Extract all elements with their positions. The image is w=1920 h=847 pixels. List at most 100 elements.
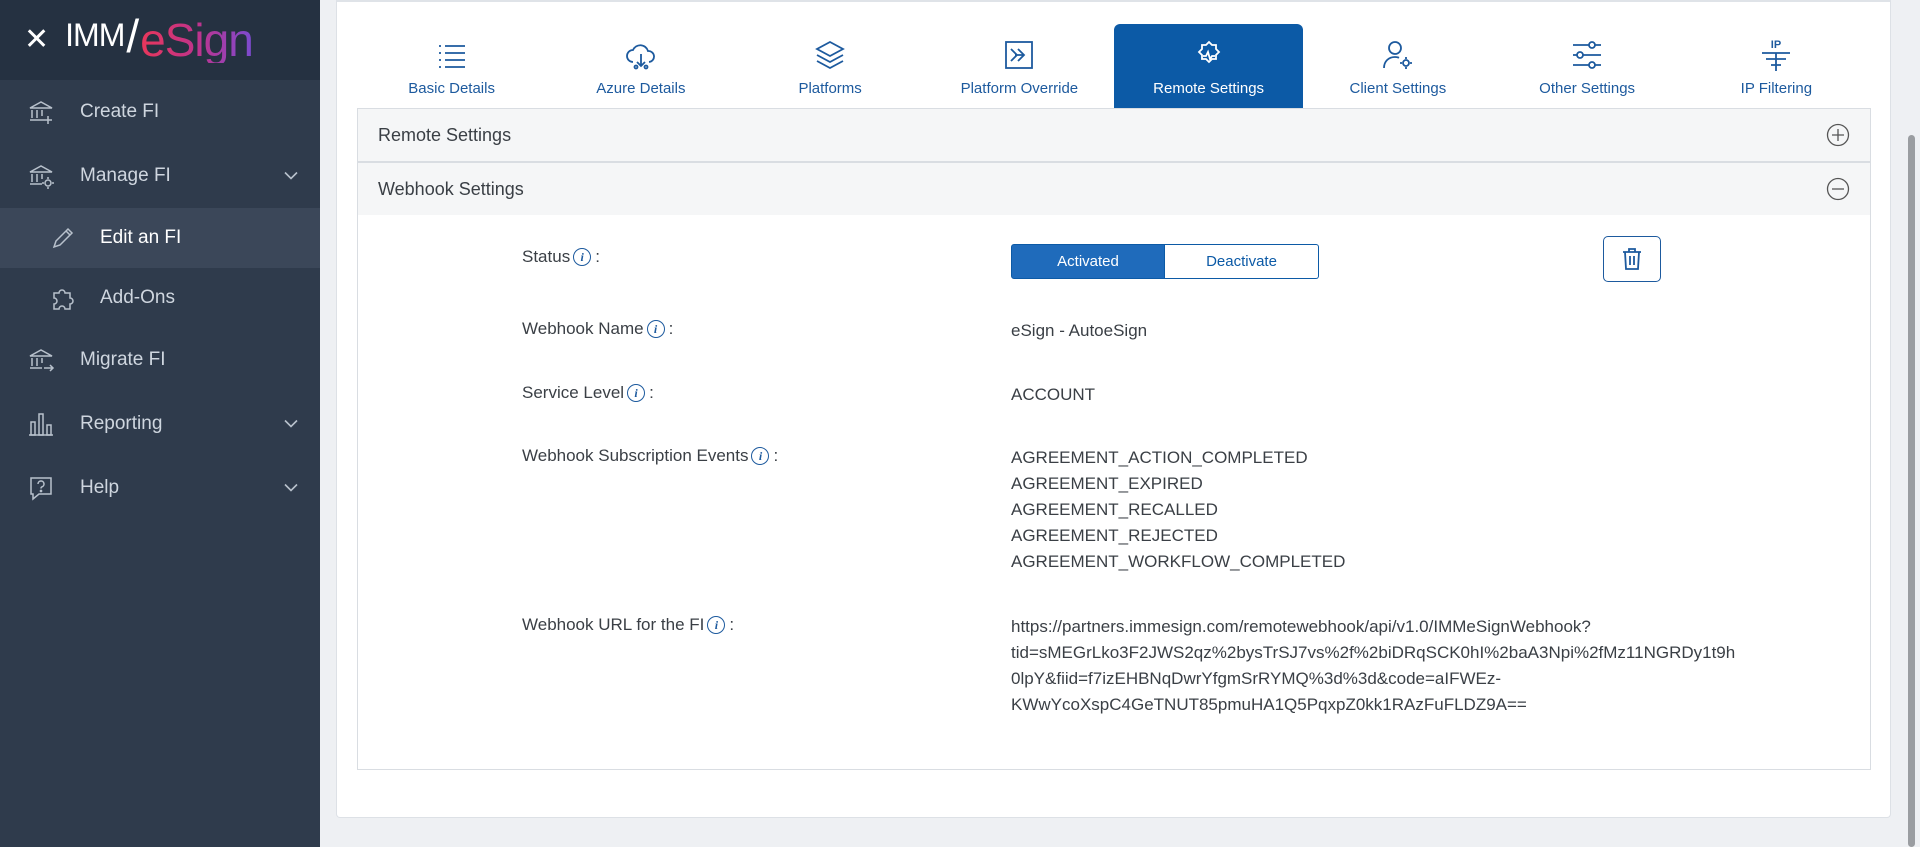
- subscription-events-list: AGREEMENT_ACTION_COMPLETED AGREEMENT_EXP…: [1011, 445, 1345, 575]
- sidebar-item-manage-fi[interactable]: Manage FI: [0, 144, 320, 208]
- sidebar-item-label: Manage FI: [80, 165, 171, 186]
- puzzle-icon: [48, 283, 78, 313]
- url-line: tid=sMEGrLko3F2JWS2qz%2bysTrSJ7vs%2f%2bi…: [1011, 643, 1736, 662]
- event-item: AGREEMENT_EXPIRED: [1011, 474, 1203, 493]
- pencil-icon: [48, 223, 78, 253]
- service-level-label: Service Level i :: [522, 383, 654, 403]
- status-toggle: Activated Deactivate: [1011, 244, 1319, 279]
- logo-imm: IMM: [65, 17, 125, 53]
- expand-plus-icon[interactable]: [1826, 123, 1850, 147]
- sidebar-item-label: Reporting: [80, 413, 163, 434]
- tab-label: Remote Settings: [1153, 80, 1265, 97]
- collapse-minus-icon[interactable]: [1826, 177, 1850, 201]
- info-icon[interactable]: i: [646, 320, 665, 338]
- sidebar-item-migrate-fi[interactable]: Migrate FI: [0, 328, 320, 392]
- webhook-url-value[interactable]: https://partners.immesign.com/remotewebh…: [1011, 614, 1735, 718]
- panel-title: Webhook Settings: [378, 178, 524, 199]
- tab-basic-details[interactable]: Basic Details: [357, 24, 546, 108]
- tab-label: Platforms: [798, 80, 862, 97]
- tab-label: Other Settings: [1539, 80, 1636, 97]
- label-colon: :: [729, 615, 735, 634]
- remote-settings-panel-header[interactable]: Remote Settings: [357, 108, 1871, 162]
- cloud-icon: [625, 44, 655, 70]
- layers-icon: [815, 40, 846, 70]
- chevron-down-icon[interactable]: [284, 171, 298, 181]
- webhook-url-label: Webhook URL for the FI i :: [522, 615, 734, 635]
- tab-label: Azure Details: [596, 80, 686, 97]
- logo-slash: /: [126, 10, 139, 62]
- webhook-url-label-text: Webhook URL for the FI: [522, 615, 705, 634]
- tab-ip-filtering[interactable]: IP IP Filtering: [1682, 24, 1871, 108]
- tab-label: IP Filtering: [1740, 80, 1813, 97]
- url-line: https://partners.immesign.com/remotewebh…: [1011, 617, 1591, 636]
- logo-esign: eSign: [140, 14, 254, 66]
- sidebar-item-create-fi[interactable]: Create FI: [0, 80, 320, 144]
- subscription-events-label: Webhook Subscription Events i :: [522, 446, 778, 466]
- label-colon: :: [773, 446, 779, 465]
- sidebar-item-label: Migrate FI: [80, 349, 166, 370]
- sliders-icon: [1573, 41, 1602, 69]
- help-bubble-icon: [26, 473, 56, 503]
- info-icon[interactable]: i: [707, 616, 726, 634]
- bank-gear-icon: [26, 161, 56, 191]
- event-item: AGREEMENT_ACTION_COMPLETED: [1011, 448, 1308, 467]
- svg-text:IP: IP: [1771, 39, 1781, 51]
- status-label: Status i :: [522, 247, 600, 267]
- tab-client-settings[interactable]: Client Settings: [1303, 24, 1492, 108]
- delete-webhook-button[interactable]: [1603, 236, 1661, 282]
- label-colon: :: [649, 383, 654, 402]
- webhook-name-value: eSign - AutoeSign: [1011, 321, 1148, 340]
- tab-azure-details[interactable]: Azure Details: [546, 24, 735, 108]
- sidebar-item-help[interactable]: Help: [0, 456, 320, 520]
- settings-tabs: Basic Details Azure Details Platforms Pl…: [357, 24, 1871, 108]
- label-colon: :: [668, 319, 674, 338]
- logo: IMM / eSign: [65, 13, 254, 66]
- activated-button[interactable]: Activated: [1011, 244, 1165, 279]
- sidebar-item-add-ons[interactable]: Add-Ons: [0, 268, 320, 328]
- subscription-events-label-text: Webhook Subscription Events: [522, 446, 749, 465]
- sidebar-nav: Create FI Manage FI Edit an FI Add-Ons M…: [0, 80, 320, 520]
- sidebar-item-label: Help: [80, 477, 120, 498]
- close-icon[interactable]: ✕: [24, 25, 49, 55]
- webhook-settings-panel-body: Status i : Activated Deactivate Webhook …: [357, 215, 1871, 770]
- status-label-text: Status: [522, 247, 571, 266]
- webhook-settings-panel-header[interactable]: Webhook Settings: [357, 162, 1871, 216]
- tab-label: Client Settings: [1349, 80, 1447, 97]
- info-icon[interactable]: i: [751, 447, 770, 465]
- chevron-down-icon[interactable]: [284, 419, 298, 429]
- list-icon: [438, 45, 465, 68]
- page-scrollbar[interactable]: [1908, 135, 1915, 847]
- event-item: AGREEMENT_RECALLED: [1011, 500, 1218, 519]
- deactivate-button[interactable]: Deactivate: [1165, 244, 1319, 279]
- tab-platform-override[interactable]: Platform Override: [925, 24, 1114, 108]
- sidebar-item-label: Create FI: [80, 101, 160, 122]
- chevron-down-icon[interactable]: [284, 483, 298, 493]
- override-icon: [1005, 41, 1034, 69]
- user-gear-icon: [1382, 41, 1412, 69]
- bank-arrow-icon: [26, 345, 56, 375]
- sidebar-item-reporting[interactable]: Reporting: [0, 392, 320, 456]
- main-card: Basic Details Azure Details Platforms Pl…: [336, 0, 1891, 818]
- brand-bar: ✕ IMM / eSign: [0, 0, 320, 80]
- bar-chart-icon: [26, 409, 56, 439]
- panel-title: Remote Settings: [378, 124, 512, 145]
- info-icon[interactable]: i: [627, 384, 646, 402]
- sidebar: ✕ IMM / eSign Create FI Manage FI Edit an …: [0, 0, 320, 847]
- event-item: AGREEMENT_REJECTED: [1011, 526, 1218, 545]
- event-item: AGREEMENT_WORKFLOW_COMPLETED: [1011, 552, 1346, 571]
- gear-icon: [1197, 40, 1220, 64]
- sidebar-item-edit-fi[interactable]: Edit an FI: [0, 208, 320, 268]
- webhook-name-label-text: Webhook Name: [522, 319, 644, 338]
- webhook-name-label: Webhook Name i :: [522, 319, 673, 339]
- tab-platforms[interactable]: Platforms: [736, 24, 925, 108]
- tab-remote-settings[interactable]: Remote Settings: [1114, 24, 1304, 108]
- trash-icon: [1623, 248, 1641, 270]
- url-line: 0lpY&fiid=f7izEHBNqDwrYfgmSrRYMQ%3d%3d&c…: [1011, 669, 1502, 688]
- ip-filter-icon: IP: [1762, 39, 1791, 71]
- info-icon[interactable]: i: [573, 248, 592, 266]
- sidebar-item-label: Edit an FI: [100, 227, 182, 248]
- service-level-value: ACCOUNT: [1011, 385, 1096, 404]
- tab-label: Platform Override: [960, 80, 1079, 97]
- tab-other-settings[interactable]: Other Settings: [1493, 24, 1682, 108]
- bank-add-icon: [26, 97, 56, 127]
